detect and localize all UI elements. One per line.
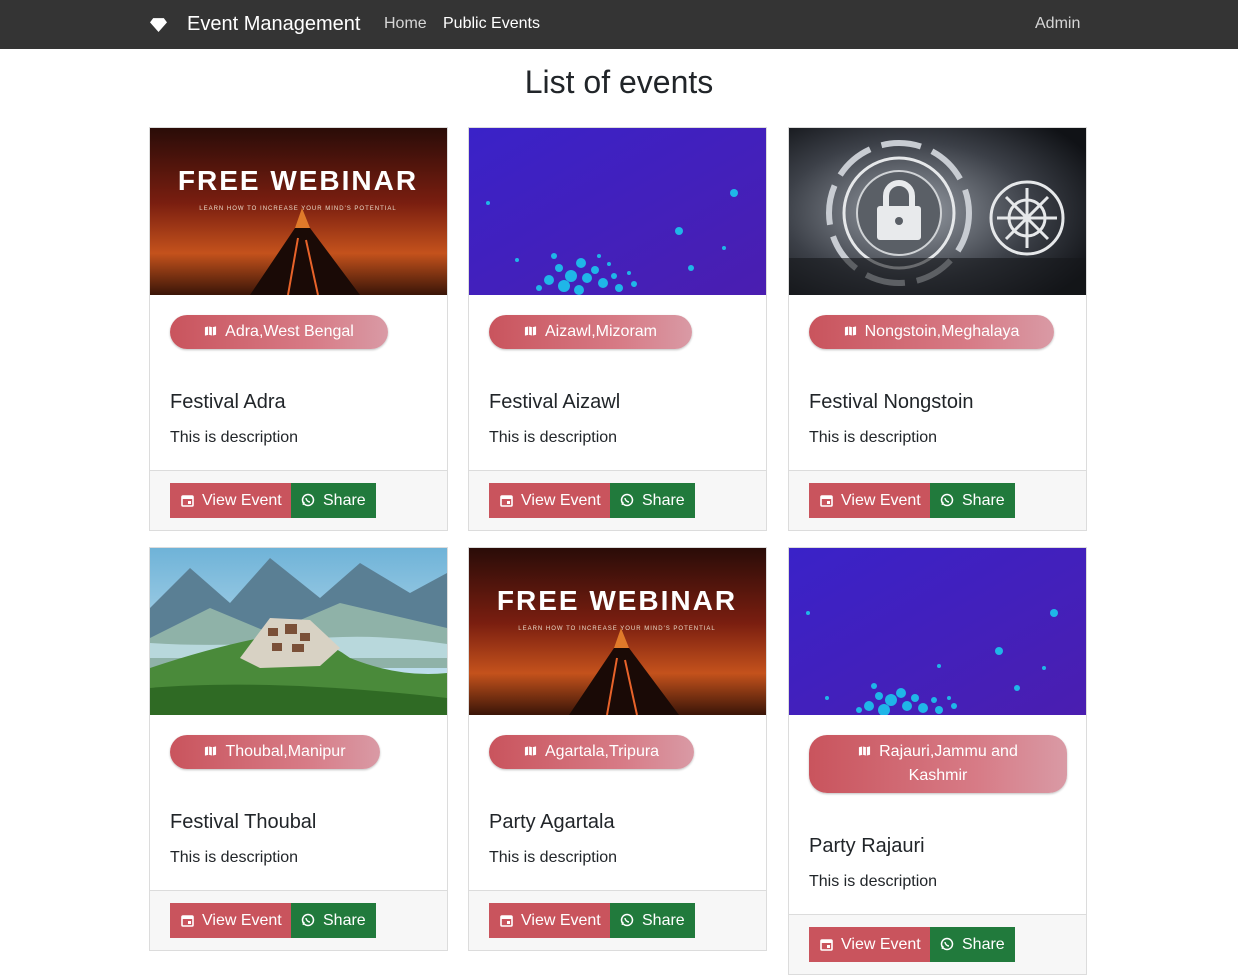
share-button[interactable]: Share [291, 483, 376, 518]
location-text: Adra,West Bengal [225, 323, 354, 340]
event-card: Aizawl,Mizoram Festival Aizawl This is d… [468, 127, 767, 531]
calendar-icon [500, 915, 513, 927]
location-text: Rajauri,Jammu and Kashmir [879, 743, 1018, 784]
card-footer: View Event Share [789, 914, 1086, 974]
card-footer: View Event Share [150, 470, 447, 530]
event-description: This is description [170, 849, 299, 866]
svg-text:FREE WEBINAR: FREE WEBINAR [497, 585, 737, 616]
location-text: Nongstoin,Meghalaya [864, 323, 1020, 340]
map-icon [205, 326, 217, 336]
event-image: FREE WEBINAR LEARN HOW TO INCREASE YOUR … [469, 548, 766, 715]
event-image [789, 128, 1086, 295]
card-footer: View Event Share [150, 890, 447, 950]
location-text: Agartala,Tripura [544, 743, 660, 760]
event-card: FREE WEBINAR LEARN HOW TO INCREASE YOUR … [149, 127, 448, 531]
location-text: Aizawl,Mizoram [544, 323, 657, 340]
navbar: Event Management Home Public Events Admi… [0, 0, 1238, 49]
event-card: FREE WEBINAR LEARN HOW TO INCREASE YOUR … [468, 547, 767, 951]
svg-text:LEARN HOW TO INCREASE YOUR MIN: LEARN HOW TO INCREASE YOUR MIND'S POTENT… [518, 626, 716, 632]
event-image [150, 548, 447, 715]
whatsapp-icon [620, 493, 634, 507]
event-title: Festival Thoubal [170, 811, 317, 833]
share-button[interactable]: Share [610, 483, 695, 518]
event-card: Nongstoin,Meghalaya Festival Nongstoin T… [788, 127, 1087, 531]
event-description: This is description [809, 873, 938, 890]
event-title: Festival Adra [170, 391, 286, 413]
event-title: Festival Aizawl [489, 391, 621, 413]
calendar-icon [500, 495, 513, 507]
event-image [469, 128, 766, 295]
location-badge: Rajauri,Jammu and Kashmir [809, 735, 1067, 793]
map-icon [859, 746, 871, 756]
diamond-icon [150, 18, 167, 32]
card-footer: View Event Share [789, 470, 1086, 530]
nav-home-link[interactable]: Home [384, 15, 427, 33]
view-event-button[interactable]: View Event [489, 903, 611, 938]
map-icon [844, 326, 856, 336]
view-event-button[interactable]: View Event [489, 483, 611, 518]
event-image [789, 548, 1086, 715]
event-card: Rajauri,Jammu and Kashmir Party Rajauri … [788, 547, 1087, 975]
event-title: Festival Nongstoin [809, 391, 974, 413]
whatsapp-icon [940, 493, 954, 507]
whatsapp-icon [940, 937, 954, 951]
event-card: Thoubal,Manipur Festival Thoubal This is… [149, 547, 448, 951]
svg-text:LEARN HOW TO INCREASE YOUR MIN: LEARN HOW TO INCREASE YOUR MIND'S POTENT… [199, 206, 397, 212]
card-footer: View Event Share [469, 890, 766, 950]
whatsapp-icon [301, 913, 315, 927]
event-title: Party Agartala [489, 811, 615, 833]
view-event-button[interactable]: View Event [809, 927, 931, 962]
calendar-icon [181, 915, 194, 927]
svg-text:FREE WEBINAR: FREE WEBINAR [178, 165, 418, 196]
nav-public-events-link[interactable]: Public Events [443, 15, 540, 33]
location-badge: Agartala,Tripura [489, 735, 694, 769]
view-event-button[interactable]: View Event [170, 903, 292, 938]
event-description: This is description [809, 429, 938, 446]
share-button[interactable]: Share [930, 927, 1015, 962]
whatsapp-icon [620, 913, 634, 927]
event-title: Party Rajauri [809, 835, 925, 857]
card-footer: View Event Share [469, 470, 766, 530]
view-event-button[interactable]: View Event [809, 483, 931, 518]
event-description: This is description [489, 849, 618, 866]
view-event-button[interactable]: View Event [170, 483, 292, 518]
map-icon [524, 326, 537, 336]
location-badge: Nongstoin,Meghalaya [809, 315, 1054, 349]
map-icon [205, 746, 217, 756]
nav-admin-link[interactable]: Admin [1035, 15, 1080, 33]
share-button[interactable]: Share [291, 903, 376, 938]
event-description: This is description [170, 429, 299, 446]
brand-title[interactable]: Event Management [187, 13, 360, 36]
calendar-icon [820, 939, 833, 951]
event-description: This is description [489, 429, 618, 446]
calendar-icon [820, 495, 833, 507]
share-button[interactable]: Share [930, 483, 1015, 518]
event-image: FREE WEBINAR LEARN HOW TO INCREASE YOUR … [150, 128, 447, 295]
calendar-icon [181, 495, 194, 507]
share-button[interactable]: Share [610, 903, 695, 938]
whatsapp-icon [301, 493, 315, 507]
location-badge: Aizawl,Mizoram [489, 315, 692, 349]
location-text: Thoubal,Manipur [225, 743, 346, 760]
location-badge: Adra,West Bengal [170, 315, 388, 349]
location-badge: Thoubal,Manipur [170, 735, 380, 769]
page-title: List of events [524, 64, 714, 100]
map-icon [524, 746, 537, 756]
